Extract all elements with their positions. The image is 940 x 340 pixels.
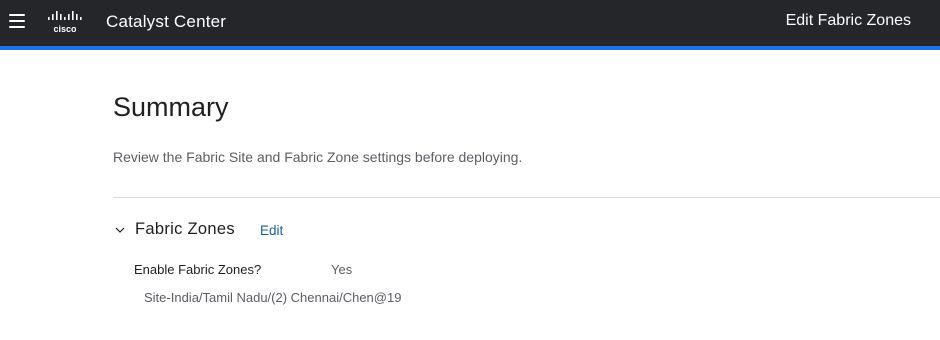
top-header-bar: cisco Catalyst Center Edit Fabric Zones [0, 0, 940, 46]
page-context-title: Edit Fabric Zones [785, 12, 911, 29]
app-title[interactable]: Catalyst Center [106, 12, 226, 32]
page-title: Summary [113, 92, 229, 122]
page-description: Review the Fabric Site and Fabric Zone s… [113, 149, 523, 165]
section-divider [113, 197, 940, 198]
fabric-zone-site-path: Site-India/Tamil Nadu/(2) Chennai/Chen@1… [144, 290, 402, 305]
enable-fabric-zones-label: Enable Fabric Zones? [134, 262, 262, 277]
fabric-zones-section-header[interactable]: Fabric Zones [114, 220, 235, 239]
main-content: Summary Review the Fabric Site and Fabri… [0, 50, 940, 340]
enable-fabric-zones-value: Yes [331, 262, 353, 277]
edit-fabric-zones-link[interactable]: Edit [260, 223, 283, 238]
chevron-down-icon[interactable] [114, 224, 126, 236]
section-title-fabric-zones: Fabric Zones [135, 220, 235, 238]
hamburger-menu-icon[interactable] [9, 14, 25, 28]
cisco-logo-text: cisco [53, 24, 77, 34]
cisco-logo[interactable]: cisco [46, 10, 88, 36]
